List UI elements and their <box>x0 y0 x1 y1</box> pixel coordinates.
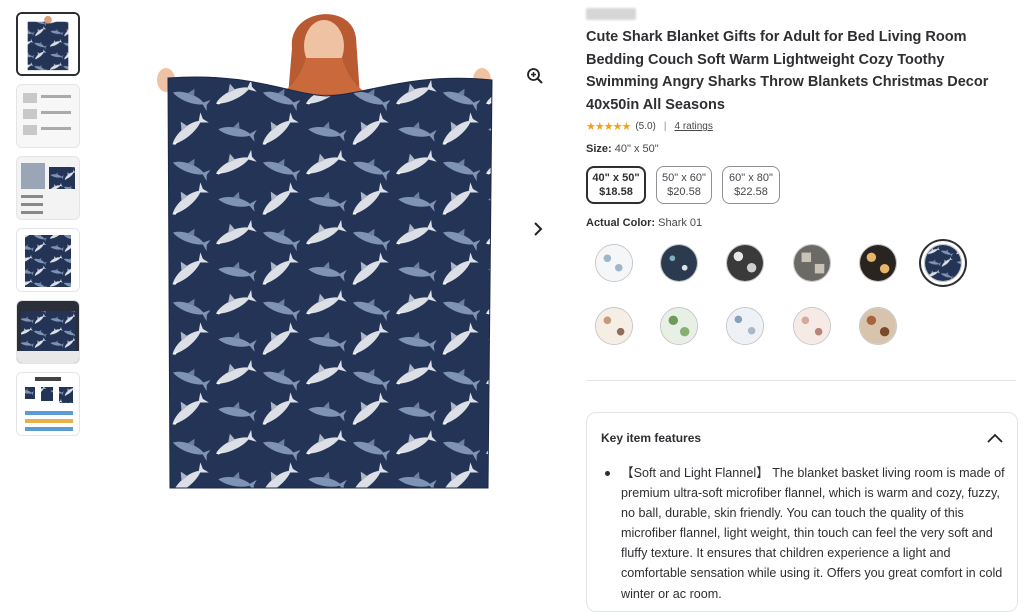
thumbnail-strip <box>16 12 82 444</box>
color-swatch-9[interactable] <box>726 307 764 345</box>
rating-separator: | <box>663 121 667 132</box>
color-selected-value: Shark 01 <box>658 217 703 229</box>
size-option-50x60[interactable]: 50" x 60" $20.58 <box>656 166 712 204</box>
zoom-in-icon[interactable] <box>519 60 551 92</box>
chevron-up-icon[interactable] <box>987 430 1003 448</box>
size-selected-value: 40" x 50" <box>614 143 659 155</box>
ratings-count-link[interactable]: 4 ratings <box>674 121 712 132</box>
main-product-image <box>120 8 560 508</box>
key-features-heading: Key item features <box>601 431 702 445</box>
color-swatch-10[interactable] <box>793 307 831 345</box>
product-title: Cute Shark Blanket Gifts for Adult for B… <box>586 29 989 113</box>
color-swatch-2[interactable] <box>660 244 698 282</box>
rating-stars: ★★★★★ <box>586 121 631 133</box>
size-option-40x50[interactable]: 40" x 50" $18.58 <box>586 166 646 204</box>
color-label: Actual Color: Shark 01 <box>586 217 703 229</box>
section-divider <box>586 380 1016 381</box>
chevron-right-icon[interactable] <box>526 216 550 242</box>
color-swatch-3[interactable] <box>726 244 764 282</box>
feature-text: 【Soft and Light Flannel】 The blanket bas… <box>621 466 1005 601</box>
size-label: Size: 40" x 50" <box>586 143 659 155</box>
color-swatch-1[interactable] <box>595 244 633 282</box>
product-info: Cute Shark Blanket Gifts for Adult for B… <box>586 8 1016 133</box>
thumbnail-6[interactable] <box>16 372 80 436</box>
color-swatch-5[interactable] <box>859 244 897 282</box>
color-swatch-7[interactable] <box>595 307 633 345</box>
key-features-panel: Key item features 【Soft and Light Flanne… <box>586 412 1018 612</box>
thumbnail-3[interactable] <box>16 156 80 220</box>
thumbnail-2[interactable] <box>16 84 80 148</box>
thumbnail-1[interactable] <box>16 12 80 76</box>
brand-name-blurred <box>586 8 636 20</box>
color-swatch-6-selected[interactable] <box>924 244 962 282</box>
feature-bullet <box>605 471 610 476</box>
thumbnail-4[interactable] <box>16 228 80 292</box>
color-swatch-4[interactable] <box>793 244 831 282</box>
rating-value: (5.0) <box>635 121 656 132</box>
size-option-60x80[interactable]: 60" x 80" $22.58 <box>722 166 780 204</box>
rating-row: ★★★★★ (5.0) | 4 ratings <box>586 120 1016 133</box>
color-swatch-11[interactable] <box>859 307 897 345</box>
color-swatch-8[interactable] <box>660 307 698 345</box>
thumbnail-5[interactable] <box>16 300 80 364</box>
